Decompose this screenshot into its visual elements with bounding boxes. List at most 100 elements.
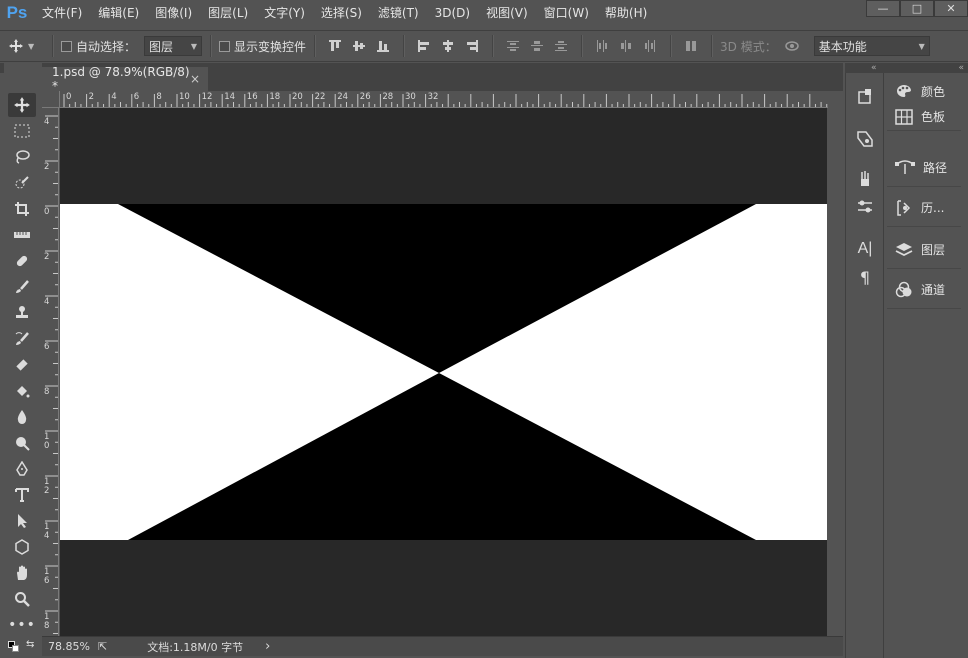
brush-settings-button[interactable] (849, 167, 881, 191)
distribute-top-icon (507, 41, 520, 51)
menu-edit[interactable]: 编辑(E) (90, 0, 147, 26)
horizontal-ruler[interactable]: 0 2 4 6 8 10 12 14 16 18 20 22 24 26 28 30 32 (42, 91, 828, 108)
auto-select-label: 自动选择： (76, 39, 137, 54)
pen-tool[interactable] (8, 457, 36, 481)
panel-channels[interactable]: 通道 (887, 271, 961, 309)
zoom-tool[interactable] (8, 587, 36, 611)
background-color[interactable] (12, 645, 19, 652)
paint-bucket-tool[interactable] (8, 379, 36, 403)
quick-selection-tool[interactable] (8, 171, 36, 195)
workspace-dropdown[interactable]: 基本功能 ▼ (813, 36, 930, 56)
move-tool[interactable] (8, 93, 36, 117)
dodge-tool[interactable] (8, 431, 36, 455)
close-window-button[interactable]: ✕ (934, 0, 968, 17)
distribute-right-button[interactable] (641, 37, 659, 55)
ruler-label: 6 (44, 342, 50, 352)
document-tab-bar: 1.psd @ 78.9%(RGB/8) * × (42, 63, 843, 93)
path-selection-tool[interactable] (8, 509, 36, 533)
panel-swatches-label: 色板 (921, 110, 946, 124)
more-tools-button[interactable]: ••• (8, 613, 36, 637)
align-vcenter-button[interactable] (350, 37, 368, 55)
hand-tool[interactable] (8, 561, 36, 585)
ruler-icon (14, 232, 30, 238)
color-swatches[interactable]: ⇆ (6, 639, 38, 657)
export-icon[interactable]: ⇱ (98, 640, 107, 653)
auto-align-button[interactable] (682, 37, 700, 55)
auto-select-target-dropdown[interactable]: 图层 ▼ (144, 36, 203, 56)
character-panel-button[interactable]: A| (849, 237, 881, 261)
zoom-icon (15, 592, 30, 607)
right-panel-collapse-bar[interactable]: «« (845, 63, 968, 73)
menu-select[interactable]: 选择(S) (313, 0, 370, 26)
swap-colors-icon[interactable]: ⇆ (26, 639, 34, 650)
3d-panel-button[interactable] (849, 85, 881, 109)
align-right-button[interactable] (463, 37, 481, 55)
align-hcenter-button[interactable] (439, 37, 457, 55)
ruler-label: 0 (66, 92, 72, 102)
type-tool[interactable] (8, 483, 36, 507)
brush-tool[interactable] (8, 275, 36, 299)
vertical-scrollbar[interactable] (828, 91, 843, 636)
minimize-button[interactable]: — (866, 0, 900, 17)
panel-history[interactable]: 历... (887, 189, 961, 227)
shape-tool[interactable] (8, 535, 36, 559)
align-top-button[interactable] (326, 37, 344, 55)
document-tab-title: 1.psd @ 78.9%(RGB/8) * (52, 65, 190, 93)
menu-file[interactable]: 文件(F) (34, 0, 90, 26)
show-transform-checkbox[interactable] (219, 40, 231, 52)
distribute-left-button[interactable] (593, 37, 611, 55)
panel-color-label: 颜色 (921, 84, 946, 99)
sliders-icon (858, 200, 872, 213)
menu-type[interactable]: 文字(Y) (256, 0, 313, 26)
healing-brush-tool[interactable] (8, 249, 36, 273)
document-tab[interactable]: 1.psd @ 78.9%(RGB/8) * × (42, 65, 208, 93)
ellipsis-icon: ••• (8, 617, 36, 633)
crop-icon (15, 202, 29, 216)
menu-filter[interactable]: 滤镜(T) (370, 0, 427, 26)
align-left-button[interactable] (415, 37, 433, 55)
distribute-right-icon (645, 40, 656, 52)
panel-color[interactable]: 颜色 (887, 79, 961, 103)
3d-orbit-icon (784, 41, 799, 51)
blur-tool[interactable] (8, 405, 36, 429)
menu-view[interactable]: 视图(V) (478, 0, 536, 26)
canvas-image[interactable] (60, 108, 827, 636)
crop-tool[interactable] (8, 197, 36, 221)
clone-stamp-tool[interactable] (8, 301, 36, 325)
panel-swatches[interactable]: 色板 (887, 103, 961, 131)
divider (403, 35, 405, 57)
status-menu-arrow[interactable]: › (265, 639, 270, 654)
close-tab-icon[interactable]: × (190, 72, 200, 86)
history-brush-tool[interactable] (8, 327, 36, 351)
distribute-top-button[interactable] (504, 37, 522, 55)
adjustments-button[interactable] (849, 195, 881, 219)
3d-orbit-button[interactable] (783, 37, 801, 55)
menu-3d[interactable]: 3D(D) (427, 0, 478, 26)
paragraph-panel-button[interactable]: ¶ (849, 265, 881, 289)
auto-select-checkbox[interactable] (61, 40, 72, 52)
palette-icon (897, 84, 911, 97)
menu-image[interactable]: 图像(I) (147, 0, 200, 26)
zoom-level[interactable]: 78.85% (48, 640, 92, 653)
ruler-tool[interactable] (8, 223, 36, 247)
maximize-button[interactable]: □ (900, 0, 934, 17)
distribute-bottom-button[interactable] (552, 37, 570, 55)
lasso-tool[interactable] (8, 145, 36, 169)
paint-bucket-icon (17, 386, 30, 398)
distribute-vcenter-button[interactable] (528, 37, 546, 55)
align-bottom-button[interactable] (374, 37, 392, 55)
panel-layers[interactable]: 图层 (887, 231, 961, 269)
canvas-workspace[interactable] (60, 108, 827, 636)
move-tool-preset[interactable]: ▼ (8, 38, 44, 54)
marquee-tool[interactable] (8, 119, 36, 143)
properties-panel-button[interactable] (849, 127, 881, 151)
eraser-tool[interactable] (8, 353, 36, 377)
menu-layer[interactable]: 图层(L) (200, 0, 256, 26)
vertical-ruler[interactable]: 4 2 0 2 4 6 8 1 0 1 2 1 4 1 6 1 8 (42, 108, 59, 636)
grid-icon (895, 108, 913, 125)
menu-window[interactable]: 窗口(W) (536, 0, 597, 26)
distribute-hcenter-button[interactable] (617, 37, 635, 55)
panel-paths[interactable]: 路径 (887, 149, 961, 187)
menu-help[interactable]: 帮助(H) (597, 0, 655, 26)
ruler-label: 32 (427, 92, 439, 102)
